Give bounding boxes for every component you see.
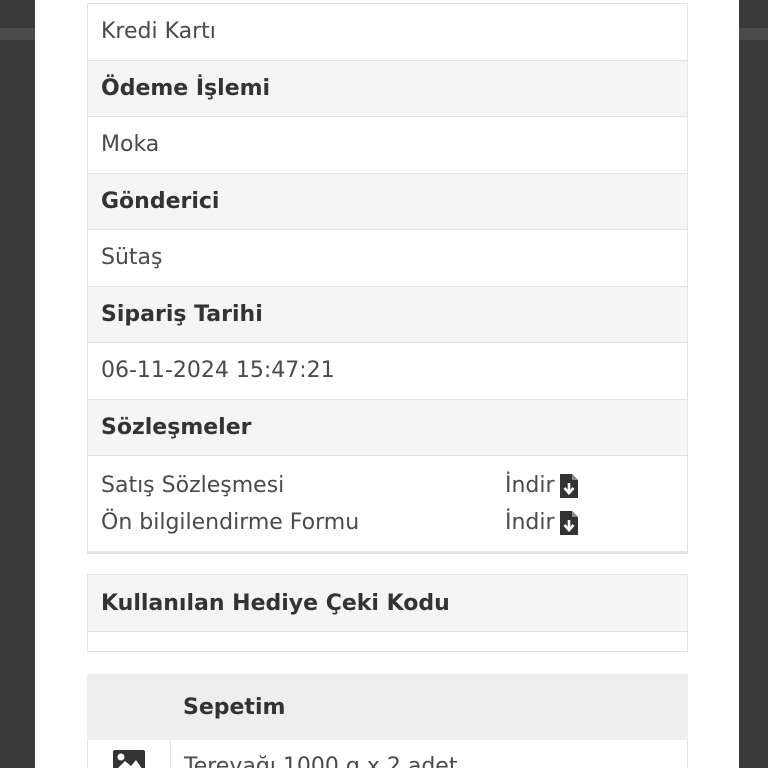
- image-icon: [113, 750, 145, 768]
- gift-code-panel: Kullanılan Hediye Çeki Kodu: [87, 574, 688, 652]
- download-sales-contract-link[interactable]: İndir: [505, 473, 579, 499]
- cart-item-name: Tereyağı 1000 g x 2 adet: [184, 754, 458, 768]
- payment-process-value: Moka: [88, 116, 687, 173]
- download-file-icon: [559, 510, 579, 536]
- order-info-panel: Kredi Kartı Ödeme İşlemi Moka Gönderici …: [87, 3, 688, 554]
- sender-value: Sütaş: [88, 229, 687, 286]
- order-date-value: 06-11-2024 15:47:21: [88, 342, 687, 399]
- payment-process-label: Ödeme İşlemi: [88, 59, 687, 116]
- cart-item-row[interactable]: Tereyağı 1000 g x 2 adet: [87, 740, 688, 768]
- download-file-icon: [559, 473, 579, 499]
- contract-name: Ön bilgilendirme Formu: [101, 510, 360, 535]
- order-detail-modal: Kredi Kartı Ödeme İşlemi Moka Gönderici …: [35, 0, 739, 768]
- contract-item: Ön bilgilendirme Formu İndir: [101, 504, 674, 541]
- cart-header: Sepetim: [87, 674, 688, 740]
- contracts-list: Satış Sözleşmesi İndir Ön bilgilendirme …: [88, 455, 687, 553]
- contracts-label: Sözleşmeler: [88, 398, 687, 455]
- contract-name: Satış Sözleşmesi: [101, 473, 285, 498]
- payment-method-value: Kredi Kartı: [88, 3, 687, 60]
- order-date-label: Sipariş Tarihi: [88, 285, 687, 342]
- cart-title: Sepetim: [183, 694, 286, 720]
- gift-code-title: Kullanılan Hediye Çeki Kodu: [88, 575, 687, 632]
- download-label: İndir: [505, 510, 555, 535]
- contract-item: Satış Sözleşmesi İndir: [101, 467, 674, 504]
- sender-label: Gönderici: [88, 172, 687, 229]
- cart-item-thumbnail: [88, 740, 171, 768]
- download-label: İndir: [505, 473, 555, 498]
- download-info-form-link[interactable]: İndir: [505, 510, 579, 536]
